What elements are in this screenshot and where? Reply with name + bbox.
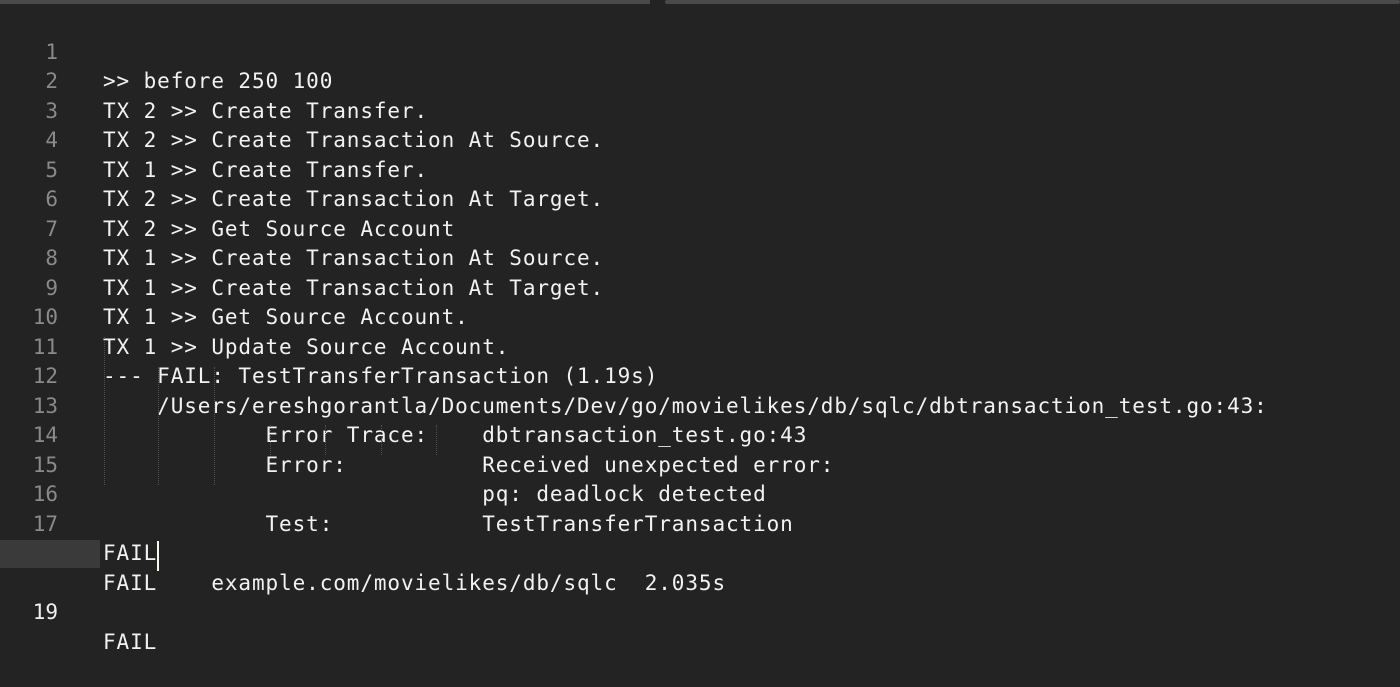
editor-line[interactable]: 15 pq: deadlock detected (0, 421, 1400, 507)
editor-line[interactable]: 14 Error: Received unexpected error: (0, 392, 1400, 477)
line-text[interactable]: FAIL (103, 628, 157, 658)
indent-guide (104, 337, 105, 485)
editor-line[interactable]: 18 FAIL example.com/movielikes/db/sqlc 2… (0, 510, 1400, 595)
editor-line[interactable]: 13 Error Trace: dbtransaction_test.go:43 (0, 362, 1400, 448)
tab-bar-right (665, 0, 1400, 4)
editor-line[interactable]: 8 TX 1 >> Create Transaction At Target. (0, 215, 1400, 300)
indent-guide (270, 425, 271, 455)
editor-line[interactable]: 17 FAIL (0, 480, 1400, 566)
editor-line-current[interactable]: 19 FAIL (0, 539, 1400, 654)
text-cursor (157, 541, 159, 571)
current-line-highlight (0, 540, 100, 568)
editor-line[interactable]: 12 /Users/ereshgorantla/Documents/Dev/go… (0, 333, 1400, 418)
editor-line[interactable]: 10 TX 1 >> Update Source Account. (0, 274, 1400, 359)
text-editor[interactable]: 1 >> before 250 100 2 TX 2 >> Create Tra… (0, 0, 1400, 654)
editor-line[interactable]: 1 >> before 250 100 (0, 8, 1400, 94)
indent-guide (381, 425, 382, 455)
line-text[interactable]: FAIL example.com/movielikes/db/sqlc 2.03… (103, 569, 726, 599)
editor-line[interactable]: 4 TX 1 >> Create Transfer. (0, 97, 1400, 182)
editor-line[interactable]: 7 TX 1 >> Create Transaction At Source. (0, 185, 1400, 271)
indent-guide (325, 425, 326, 455)
tab-bar-left (0, 0, 650, 4)
indent-guide (158, 367, 159, 485)
editor-line[interactable]: 11 --- FAIL: TestTransferTransaction (1.… (0, 303, 1400, 389)
editor-line[interactable]: 5 TX 2 >> Create Transaction At Target. (0, 126, 1400, 212)
editor-line[interactable]: 6 TX 2 >> Get Source Account (0, 156, 1400, 241)
indent-guide (436, 425, 437, 455)
indent-guide (214, 367, 215, 485)
editor-line[interactable]: 2 TX 2 >> Create Transfer. (0, 38, 1400, 123)
editor-line[interactable]: 16 Test: TestTransferTransaction (0, 451, 1400, 536)
line-number: 19 (32, 600, 58, 624)
editor-line[interactable]: 9 TX 1 >> Get Source Account. (0, 244, 1400, 330)
editor-line[interactable]: 3 TX 2 >> Create Transaction At Source. (0, 67, 1400, 153)
editor-lines[interactable]: 1 >> before 250 100 2 TX 2 >> Create Tra… (0, 8, 1400, 654)
